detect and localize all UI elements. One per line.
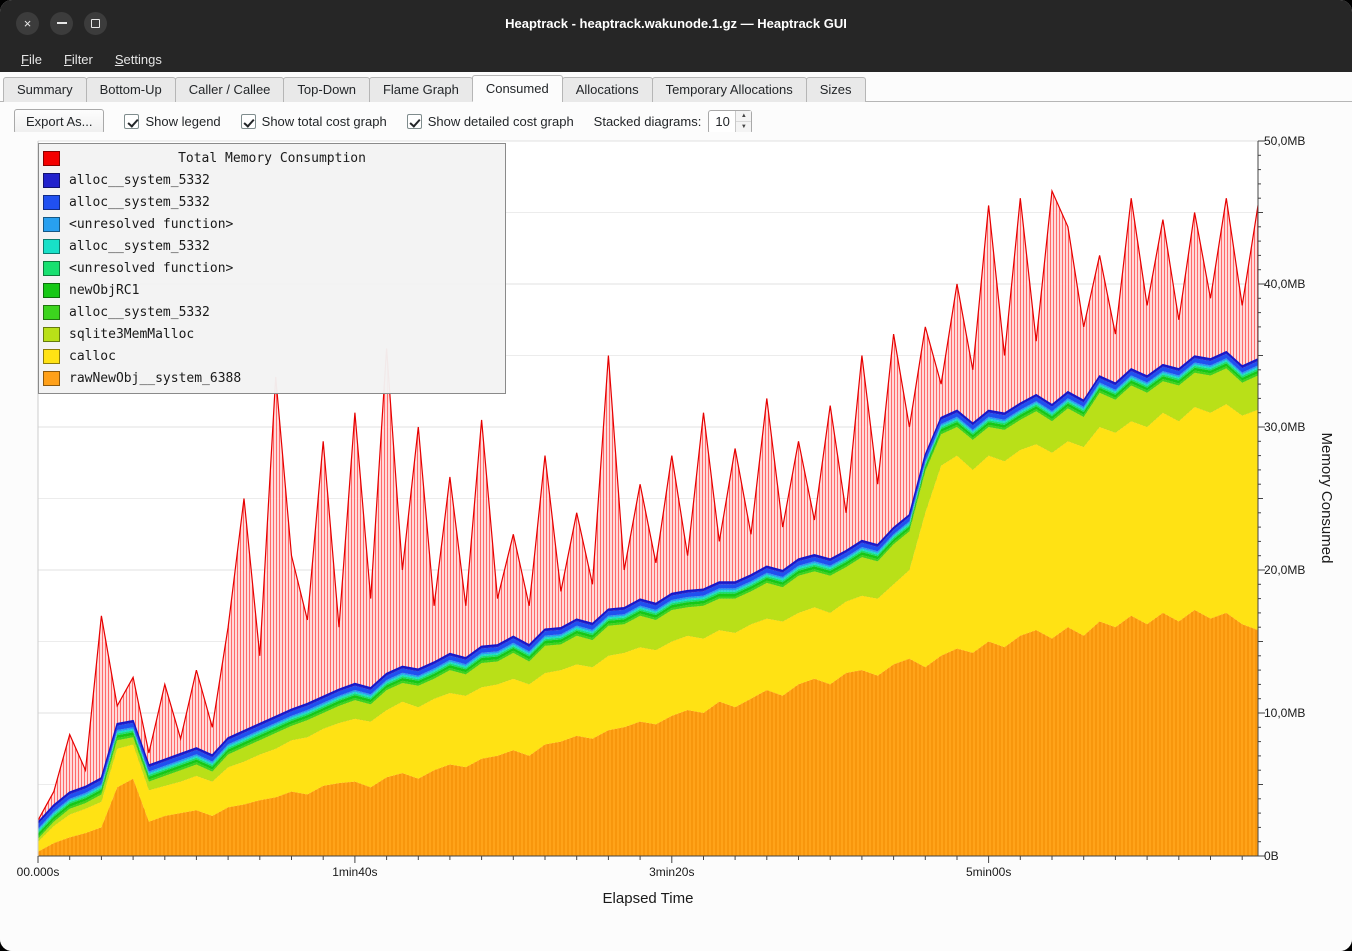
legend-item: sqlite3MemMalloc	[43, 323, 501, 345]
tab-consumed[interactable]: Consumed	[472, 75, 563, 102]
minimize-button[interactable]	[50, 12, 73, 35]
stacked-diagrams-control: Stacked diagrams: 10 ▲ ▼	[594, 110, 753, 134]
export-as-button[interactable]: Export As...	[14, 109, 104, 134]
tab-summary[interactable]: Summary	[3, 77, 87, 102]
legend-total-swatch	[43, 151, 60, 166]
x-axis-title: Elapsed Time	[603, 890, 694, 907]
legend-swatch	[43, 217, 60, 232]
legend-item: calloc	[43, 345, 501, 367]
maximize-button[interactable]	[84, 12, 107, 35]
menu-bar: File Filter Settings	[0, 46, 1352, 72]
stacked-diagrams-value[interactable]: 10	[709, 111, 735, 133]
show-legend-checkbox[interactable]	[124, 114, 139, 129]
legend-item: alloc__system_5332	[43, 169, 501, 191]
x-tick-label: 5min00s	[966, 865, 1011, 879]
y-tick-label: 50,0MB	[1264, 134, 1305, 148]
x-tick-label: 3min20s	[649, 865, 694, 879]
tab-bar: Summary Bottom-Up Caller / Callee Top-Do…	[0, 72, 1352, 102]
legend-title: Total Memory Consumption	[43, 151, 501, 166]
legend-swatch	[43, 261, 60, 276]
tab-allocations[interactable]: Allocations	[562, 77, 653, 102]
legend-item: alloc__system_5332	[43, 235, 501, 257]
tab-sizes[interactable]: Sizes	[806, 77, 866, 102]
legend-swatch	[43, 239, 60, 254]
legend-swatch	[43, 283, 60, 298]
legend-swatch	[43, 195, 60, 210]
legend-swatch	[43, 173, 60, 188]
legend-swatch	[43, 371, 60, 386]
y-axis-title: Memory Consumed	[1318, 433, 1335, 564]
consumed-chart: 50,0MB 40,0MB 30,0MB 20,0MB 10,0MB 0B 00…	[0, 132, 1352, 951]
title-bar: × Heaptrack - heaptrack.wakunode.1.gz — …	[0, 0, 1352, 46]
spin-buttons: ▲ ▼	[735, 111, 751, 133]
tab-bottom-up[interactable]: Bottom-Up	[86, 77, 176, 102]
stacked-diagrams-spinbox[interactable]: 10 ▲ ▼	[708, 110, 752, 134]
y-tick-label: 10,0MB	[1264, 706, 1305, 720]
legend-swatch	[43, 349, 60, 364]
legend-swatch	[43, 305, 60, 320]
x-tick-label: 00.000s	[17, 865, 60, 879]
legend-item: alloc__system_5332	[43, 301, 501, 323]
legend-item: newObjRC1	[43, 279, 501, 301]
tab-flame-graph[interactable]: Flame Graph	[369, 77, 473, 102]
legend-swatch	[43, 327, 60, 342]
tab-caller-callee[interactable]: Caller / Callee	[175, 77, 285, 102]
screen: × Heaptrack - heaptrack.wakunode.1.gz — …	[0, 0, 1352, 951]
y-tick-label: 0B	[1264, 849, 1279, 863]
legend-title-row: Total Memory Consumption	[43, 147, 501, 169]
minimize-icon	[57, 22, 67, 24]
stacked-diagrams-label: Stacked diagrams:	[594, 114, 702, 129]
close-button[interactable]: ×	[16, 12, 39, 35]
show-detailed-cost-option[interactable]: Show detailed cost graph	[407, 114, 574, 129]
show-legend-label: Show legend	[145, 114, 220, 129]
show-detailed-cost-label: Show detailed cost graph	[428, 114, 574, 129]
spin-up-button[interactable]: ▲	[736, 111, 751, 123]
show-total-cost-checkbox[interactable]	[241, 114, 256, 129]
legend-item: <unresolved function>	[43, 213, 501, 235]
spin-down-button[interactable]: ▼	[736, 122, 751, 133]
heaptrack-window: × Heaptrack - heaptrack.wakunode.1.gz — …	[0, 0, 1352, 951]
tab-top-down[interactable]: Top-Down	[283, 77, 370, 102]
menu-file[interactable]: File	[12, 49, 51, 70]
legend-item: rawNewObj__system_6388	[43, 367, 501, 389]
window-title: Heaptrack - heaptrack.wakunode.1.gz — He…	[505, 16, 847, 31]
window-controls: ×	[16, 0, 107, 46]
legend-item: <unresolved function>	[43, 257, 501, 279]
x-tick-label: 1min40s	[332, 865, 377, 879]
show-detailed-cost-checkbox[interactable]	[407, 114, 422, 129]
menu-filter[interactable]: Filter	[55, 49, 102, 70]
menu-settings[interactable]: Settings	[106, 49, 171, 70]
y-tick-label: 30,0MB	[1264, 420, 1305, 434]
tab-temporary-allocations[interactable]: Temporary Allocations	[652, 77, 807, 102]
chart-legend: Total Memory Consumption alloc__system_5…	[38, 143, 506, 394]
show-legend-option[interactable]: Show legend	[124, 114, 220, 129]
show-total-cost-label: Show total cost graph	[262, 114, 387, 129]
maximize-icon	[91, 19, 100, 28]
show-total-cost-option[interactable]: Show total cost graph	[241, 114, 387, 129]
y-tick-label: 40,0MB	[1264, 277, 1305, 291]
legend-item: alloc__system_5332	[43, 191, 501, 213]
y-tick-label: 20,0MB	[1264, 563, 1305, 577]
